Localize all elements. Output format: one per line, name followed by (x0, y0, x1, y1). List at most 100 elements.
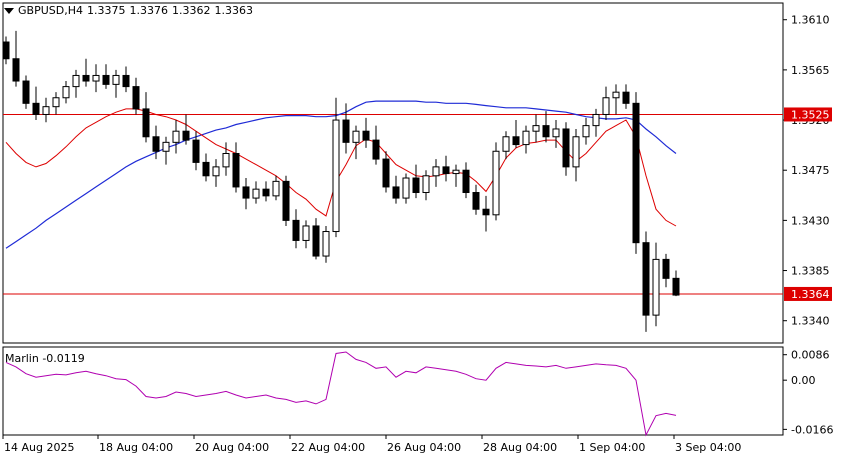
candle-body (382, 158, 390, 188)
candle (642, 231, 650, 332)
candle (112, 69, 120, 98)
candle (652, 242, 660, 327)
candle (612, 84, 620, 115)
candle (92, 64, 100, 93)
candle-body (662, 258, 670, 279)
candle (572, 128, 580, 182)
candle (252, 181, 260, 204)
candle-body (652, 258, 660, 316)
candle-body (2, 41, 10, 60)
candle (322, 225, 330, 263)
candle-body (422, 175, 430, 194)
time-tick-label: 1 Sep 04:00 (579, 441, 645, 454)
candle (362, 117, 370, 148)
indicator-tick-label: 0.0086 (791, 349, 830, 362)
candle (52, 92, 60, 115)
price-chart[interactable]: 1.36101.35651.35201.34751.34301.33851.33… (0, 0, 842, 459)
candle-body (462, 169, 470, 194)
candle (522, 125, 530, 154)
candle (122, 66, 130, 93)
candle (382, 151, 390, 193)
time-tick-label: 22 Aug 04:00 (291, 441, 365, 454)
candle-body (282, 180, 290, 221)
candle-body (402, 177, 410, 199)
candle-body (292, 219, 300, 241)
time-tick-label: 18 Aug 04:00 (99, 441, 173, 454)
candle (142, 92, 150, 143)
candle (62, 81, 70, 104)
candle-body (642, 242, 650, 316)
price-tick-label: 1.3340 (791, 315, 830, 328)
candle (232, 142, 240, 193)
candle (352, 125, 360, 160)
candle (82, 58, 90, 87)
level-price-label: 1.3525 (791, 108, 830, 121)
candle (32, 86, 40, 121)
candle (662, 253, 670, 288)
candle (412, 164, 420, 199)
candle-body (562, 128, 570, 168)
time-tick-label: 3 Sep 04:00 (675, 441, 741, 454)
candle-body (492, 150, 500, 216)
candle (302, 220, 310, 249)
candle (22, 75, 30, 109)
candle (72, 69, 80, 98)
candle-body (102, 74, 110, 85)
indicator-tick-label: 0.00 (791, 374, 816, 387)
candle (392, 175, 400, 204)
candle (472, 184, 480, 215)
candle-body (472, 192, 480, 210)
candle-body (632, 102, 640, 244)
candle (502, 131, 510, 160)
candle (632, 92, 640, 254)
time-tick-label: 14 Aug 2025 (4, 441, 74, 454)
candle-body (32, 102, 40, 115)
candle-body (52, 97, 60, 108)
candle-body (252, 188, 260, 199)
candle-body (202, 161, 210, 177)
price-panel-frame (2, 2, 784, 344)
candle (312, 218, 320, 260)
candle-body (112, 74, 120, 85)
candle-body (362, 130, 370, 141)
candle-body (172, 130, 180, 143)
candle (212, 159, 220, 187)
candle-body (412, 177, 420, 194)
candle (462, 162, 470, 199)
candle-body (232, 152, 240, 188)
candle-body (302, 225, 310, 241)
candle-body (262, 188, 270, 197)
candle-body (92, 74, 100, 82)
candle (292, 209, 300, 249)
candle-body (672, 277, 680, 296)
candle (482, 195, 490, 232)
candle-body (572, 136, 580, 168)
candle (172, 120, 180, 154)
candle-body (502, 136, 510, 152)
candle (402, 173, 410, 204)
indicator-panel-frame (2, 346, 784, 436)
candle (132, 77, 140, 115)
candle (542, 111, 550, 143)
candle (602, 86, 610, 121)
candle-body (482, 208, 490, 216)
time-tick-label: 26 Aug 04:00 (387, 441, 461, 454)
candle-body (322, 231, 330, 257)
candle (622, 84, 630, 109)
candle-body (62, 86, 70, 99)
candle-body (432, 166, 440, 177)
candle-body (212, 166, 220, 177)
candle-body (222, 152, 230, 168)
candle (102, 64, 110, 89)
candle (282, 175, 290, 226)
indicator-tick-label: -0.0166 (791, 423, 833, 436)
candle-body (152, 136, 160, 152)
candle (532, 114, 540, 143)
price-tick-label: 1.3565 (791, 64, 830, 77)
price-tick-label: 1.3475 (791, 164, 830, 177)
candle (512, 120, 520, 148)
candle (262, 181, 270, 202)
marlin-line (5, 351, 677, 437)
candle-body (182, 130, 190, 141)
candle-body (532, 125, 540, 132)
